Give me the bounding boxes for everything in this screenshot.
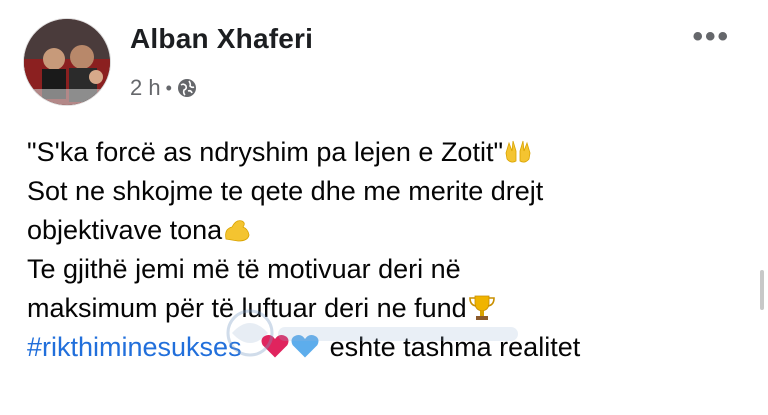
trophy-emoji: [468, 295, 495, 320]
post-line-5-text: maksimum për të luftuar deri ne fund: [27, 293, 467, 323]
red-heart-emoji: [261, 334, 289, 358]
globe-icon[interactable]: [177, 78, 197, 98]
post-meta: 2 h •: [130, 75, 197, 101]
scrollbar[interactable]: [760, 270, 764, 310]
author-name[interactable]: Alban Xhaferi: [130, 23, 313, 55]
post-line-2: Sot ne shkojme te qete dhe me merite dre…: [27, 176, 544, 206]
raising-hands-emoji: [505, 140, 531, 163]
hearts-emojis: [260, 332, 320, 371]
meta-separator: •: [165, 77, 172, 98]
more-options-button[interactable]: •••: [692, 20, 730, 54]
flexed-biceps-emoji: [225, 220, 250, 242]
post-line-1: "S'ka forcë as ndryshim pa lejen e Zotit…: [27, 133, 744, 172]
post-header: Alban Xhaferi 2 h • •••: [23, 18, 748, 108]
avatar-photo: [24, 19, 110, 105]
post-text: "S'ka forcë as ndryshim pa lejen e Zotit…: [27, 133, 744, 371]
post-line-3: objektivave tona: [27, 211, 744, 250]
post-line-3-text: objektivave tona: [27, 215, 223, 245]
post-line-4: Te gjithë jemi më të motivuar deri në: [27, 254, 461, 284]
post-line-1-text: "S'ka forcë as ndryshim pa lejen e Zotit…: [27, 137, 504, 167]
hashtag-link[interactable]: #rikthiminesukses: [27, 332, 242, 362]
blue-heart-emoji: [291, 334, 319, 358]
post-line-5: maksimum për të luftuar deri ne fund: [27, 289, 744, 328]
author-avatar[interactable]: [23, 18, 111, 106]
closing-text: eshte tashma realitet: [329, 332, 581, 362]
post-time[interactable]: 2 h: [130, 75, 161, 101]
post-line-6: #rikthiminesukses eshte tashma realitet: [27, 328, 744, 371]
